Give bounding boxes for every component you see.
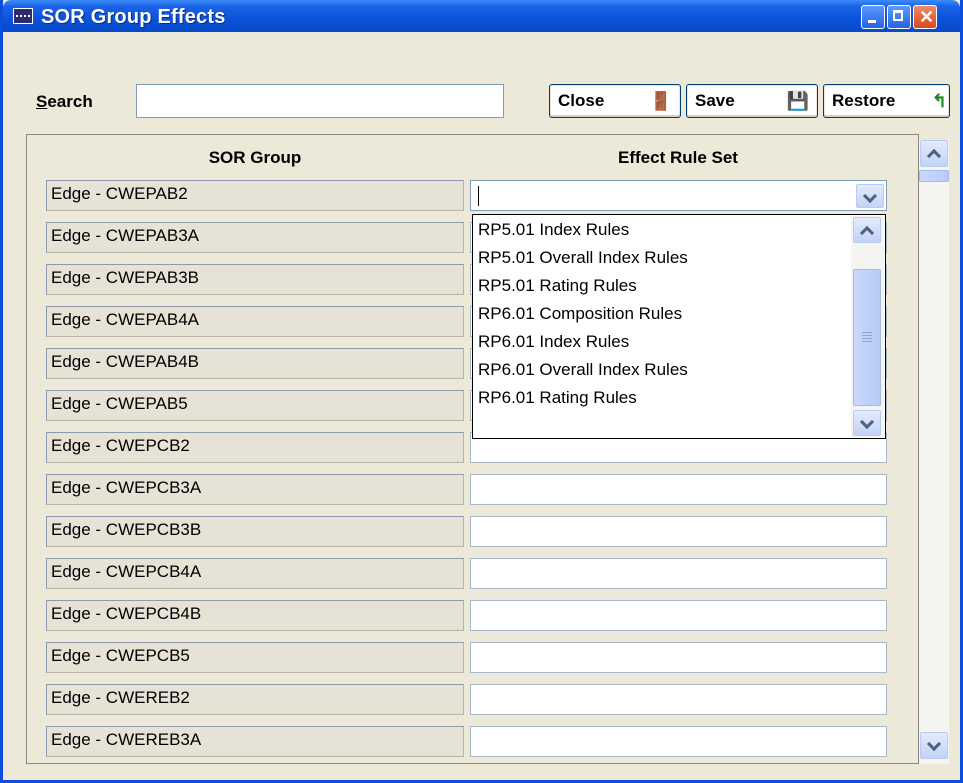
text-caret — [478, 186, 479, 206]
combo-dropdown-button[interactable] — [856, 184, 884, 208]
dropdown-scroll-thumb[interactable] — [853, 269, 881, 406]
sor-group-cell: Edge - CWEPAB3A — [46, 222, 464, 253]
dropdown-scroll-up-button[interactable] — [853, 217, 881, 243]
search-input[interactable] — [136, 84, 504, 118]
window-close-button[interactable]: ✕ — [913, 5, 937, 29]
green-return-arrow-icon: ↰ — [931, 91, 947, 111]
sor-group-cell: Edge - CWEPAB3B — [46, 264, 464, 295]
sor-group-cell: Edge - CWEREB2 — [46, 684, 464, 715]
effect-rule-set-cell[interactable] — [470, 558, 887, 589]
dropdown-option[interactable]: RP5.01 Overall Index Rules — [478, 248, 688, 268]
sor-group-cell: Edge - CWEPCB4A — [46, 558, 464, 589]
close-x-icon: ✕ — [919, 7, 935, 27]
save-button-label: Save — [695, 91, 735, 110]
effect-rule-set-cell[interactable] — [470, 642, 887, 673]
close-button-label: Close — [558, 91, 605, 110]
dropdown-scroll-down-button[interactable] — [853, 410, 881, 436]
sor-group-cell: Edge - CWEPCB2 — [46, 432, 464, 463]
sor-group-cell: Edge - CWEPAB4A — [46, 306, 464, 337]
chevron-down-icon — [859, 414, 875, 430]
minimize-button[interactable] — [861, 5, 885, 29]
restore-button-label: Restore — [832, 91, 896, 110]
chevron-up-icon — [859, 225, 875, 241]
dropdown-scrollbar[interactable] — [851, 216, 884, 437]
chevron-down-icon — [862, 188, 878, 204]
dropdown-option[interactable]: RP5.01 Rating Rules — [478, 276, 637, 296]
column-header-sor-group: SOR Group — [208, 148, 302, 167]
search-label: Search — [36, 92, 93, 111]
grid-scrollbar[interactable] — [919, 140, 949, 764]
effect-rule-set-cell[interactable] — [470, 684, 887, 715]
dropdown-option[interactable]: RP5.01 Index Rules — [478, 220, 629, 240]
sor-group-cell: Edge - CWEPAB2 — [46, 180, 464, 211]
grid-scroll-up-button[interactable] — [920, 140, 948, 167]
title-bar[interactable]: SOR Group Effects ✕ — [3, 0, 960, 32]
maximize-button[interactable] — [887, 5, 911, 29]
sor-group-cell: Edge - CWEPCB3A — [46, 474, 464, 505]
chevron-up-icon — [926, 148, 942, 164]
grid-scroll-down-button[interactable] — [920, 732, 948, 759]
effect-rule-set-cell[interactable] — [470, 600, 887, 631]
app-icon — [13, 8, 33, 24]
dropdown-option[interactable]: RP6.01 Index Rules — [478, 332, 629, 352]
sor-group-cell: Edge - CWEPAB4B — [46, 348, 464, 379]
restore-button[interactable]: Restore ↰ — [823, 84, 950, 118]
effect-rule-set-cell[interactable] — [470, 726, 887, 757]
dropdown-option[interactable]: RP6.01 Rating Rules — [478, 388, 637, 408]
sor-group-cell: Edge - CWEPCB3B — [46, 516, 464, 547]
save-button[interactable]: Save 💾 — [686, 84, 818, 118]
dropdown-option[interactable]: RP6.01 Overall Index Rules — [478, 360, 688, 380]
chevron-down-icon — [926, 736, 942, 752]
effect-rule-set-cell[interactable] — [470, 474, 887, 505]
dropdown-option[interactable]: RP6.01 Composition Rules — [478, 304, 682, 324]
rule-set-dropdown-list: RP5.01 Index Rules RP5.01 Overall Index R… — [472, 214, 886, 439]
sor-group-cell: Edge - CWEREB3A — [46, 726, 464, 757]
sor-group-cell: Edge - CWEPAB5 — [46, 390, 464, 421]
grid-scroll-thumb[interactable] — [919, 170, 949, 182]
column-header-effect-rule-set: Effect Rule Set — [618, 148, 738, 167]
save-disk-icon: 💾 — [786, 91, 809, 111]
close-button[interactable]: Close 🚪 — [549, 84, 681, 118]
sor-group-cell: Edge - CWEPCB4B — [46, 600, 464, 631]
door-exit-icon: 🚪 — [649, 91, 672, 111]
effect-rule-set-cell[interactable] — [470, 516, 887, 547]
effect-rule-set-combo[interactable] — [470, 180, 887, 211]
window-title: SOR Group Effects — [41, 6, 226, 28]
sor-group-cell: Edge - CWEPCB5 — [46, 642, 464, 673]
